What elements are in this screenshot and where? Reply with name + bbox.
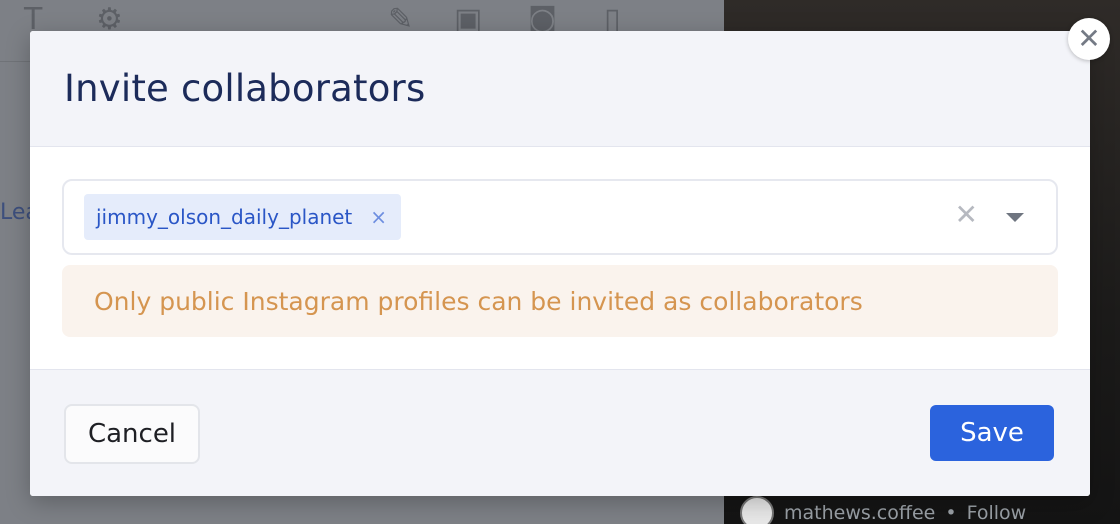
close-button[interactable]: ✕ [1068, 18, 1110, 60]
footer-separator: • [945, 502, 957, 524]
selected-collaborator-chip: jimmy_olson_daily_planet × [84, 194, 402, 240]
clear-selection-icon[interactable]: ✕ [955, 201, 978, 229]
chip-remove-icon[interactable]: × [370, 207, 387, 227]
footer-follow-link: Follow [966, 502, 1027, 524]
info-notice: Only public Instagram profiles can be in… [62, 265, 1058, 337]
invite-collaborators-modal: Invite collaborators jimmy_olson_daily_p… [30, 31, 1090, 496]
notice-text: Only public Instagram profiles can be in… [94, 286, 863, 316]
modal-header: Invite collaborators [30, 31, 1090, 147]
collaborator-select[interactable]: jimmy_olson_daily_planet × ✕ [62, 179, 1058, 255]
footer-username: mathews.coffee [784, 502, 936, 524]
save-button[interactable]: Save [930, 405, 1054, 461]
close-icon: ✕ [1077, 22, 1101, 55]
chip-label: jimmy_olson_daily_planet [96, 205, 353, 229]
modal-footer: Cancel Save [30, 369, 1090, 496]
modal-body: jimmy_olson_daily_planet × ✕ Only public… [30, 147, 1090, 369]
avatar [740, 496, 774, 524]
cancel-button[interactable]: Cancel [64, 404, 200, 464]
modal-title: Invite collaborators [64, 67, 426, 110]
chevron-down-icon[interactable] [1006, 213, 1024, 222]
background-post-footer: mathews.coffee • Follow [740, 496, 1026, 524]
